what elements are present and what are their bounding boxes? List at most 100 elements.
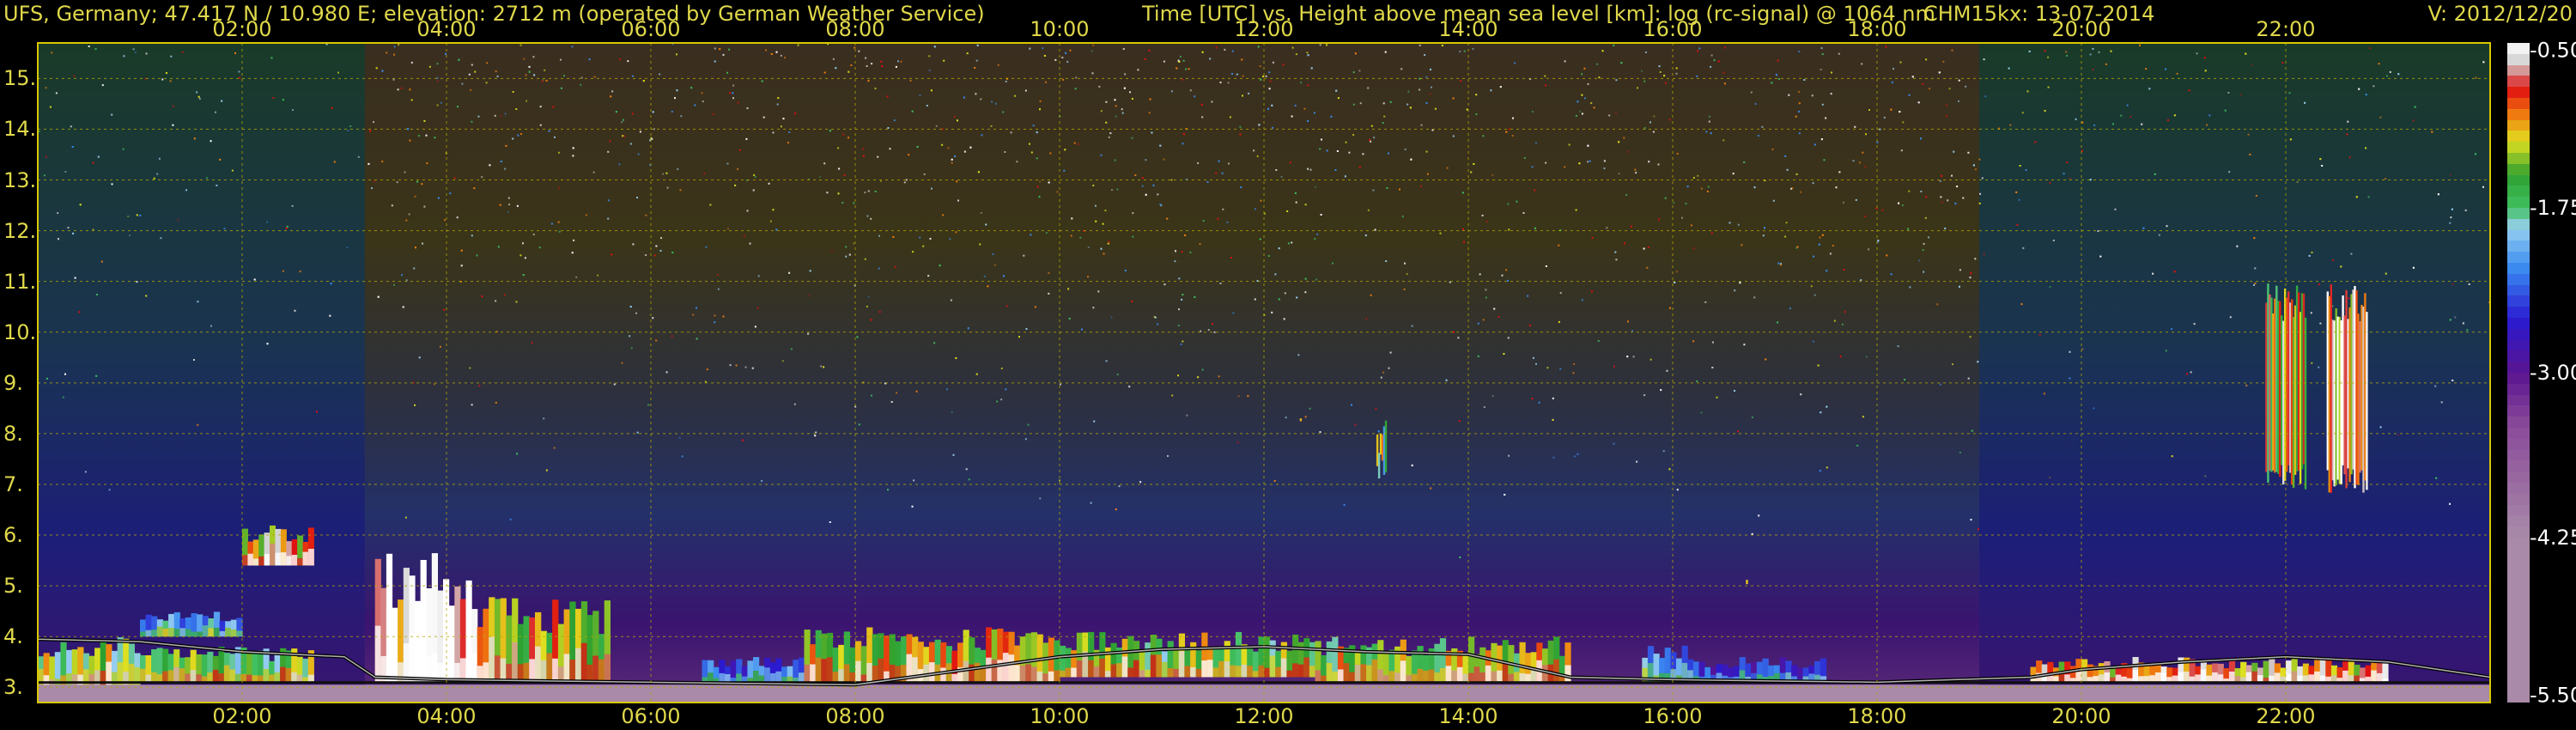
noise-speckle [636, 197, 638, 198]
noise-speckle [1131, 98, 1133, 100]
noise-speckle [1300, 82, 1303, 84]
noise-speckle [1954, 203, 1957, 204]
noise-speckle [1470, 171, 1473, 173]
time-tick-label-top: 04:00 [416, 17, 477, 41]
noise-speckle [476, 254, 478, 257]
noise-speckle [1029, 143, 1030, 145]
noise-speckle [714, 321, 716, 324]
aerosol-core-8 [1145, 669, 1151, 678]
noise-speckle [1856, 444, 1859, 447]
colorbar-segment [2507, 471, 2530, 484]
noise-speckle [1202, 220, 1205, 222]
noise-speckle [1717, 60, 1720, 63]
aerosol-core-12 [2064, 674, 2071, 683]
noise-speckle [1105, 121, 1108, 124]
noise-speckle [702, 100, 704, 103]
noise-speckle [2288, 92, 2291, 94]
noise-speckle [470, 88, 472, 91]
aerosol-core-2 [219, 630, 226, 637]
noise-speckle [560, 58, 562, 61]
noise-speckle [421, 183, 423, 186]
colorbar-segment [2507, 460, 2530, 472]
aerosol-core-4 [471, 653, 478, 683]
noise-speckle [1039, 180, 1042, 183]
noise-speckle [1854, 125, 1856, 128]
noise-speckle [896, 392, 897, 394]
noise-speckle [1676, 271, 1678, 273]
noise-speckle [867, 80, 870, 82]
noise-speckle [1100, 110, 1103, 113]
noise-speckle [1692, 247, 1695, 250]
noise-speckle [966, 52, 969, 55]
noise-speckle [1005, 80, 1007, 82]
aerosol-core-8 [1201, 660, 1208, 678]
noise-speckle [1507, 203, 1510, 205]
noise-speckle [2348, 156, 2351, 159]
noise-speckle [1713, 59, 1716, 61]
noise-speckle [517, 134, 519, 137]
colorbar-segment [2507, 229, 2530, 241]
noise-speckle [1948, 88, 1951, 90]
aerosol-core-2 [230, 629, 237, 637]
noise-speckle [393, 283, 395, 286]
noise-speckle [2069, 377, 2071, 380]
noise-speckle [1115, 105, 1117, 107]
noise-speckle [1097, 290, 1100, 293]
noise-speckle [1692, 340, 1695, 343]
noise-speckle [1068, 318, 1071, 320]
noise-speckle [416, 180, 419, 183]
noise-speckle [1924, 216, 1927, 219]
noise-speckle [1978, 202, 1981, 204]
noise-speckle [2358, 88, 2360, 90]
noise-speckle [751, 367, 754, 369]
aerosol-core-2 [162, 628, 169, 637]
noise-speckle [1706, 191, 1709, 192]
aerosol-core-9 [1451, 670, 1458, 683]
noise-speckle [457, 106, 459, 108]
noise-speckle [1194, 95, 1196, 98]
noise-speckle [793, 403, 796, 405]
noise-speckle [1596, 63, 1598, 65]
noise-speckle [1236, 441, 1239, 444]
noise-speckle [1229, 116, 1231, 119]
noise-speckle [1407, 90, 1410, 93]
noise-speckle [2482, 186, 2484, 188]
noise-speckle [2089, 179, 2092, 181]
noise-speckle [980, 211, 982, 214]
noise-speckle [539, 106, 542, 108]
noise-speckle [639, 131, 641, 133]
noise-speckle [2318, 366, 2320, 368]
noise-speckle [848, 253, 851, 256]
aerosol-core-5 [586, 664, 593, 683]
noise-speckle [1812, 182, 1814, 185]
noise-speckle [809, 270, 811, 272]
noise-speckle [1862, 416, 1864, 418]
noise-speckle [1723, 82, 1726, 85]
noise-speckle [743, 234, 745, 237]
noise-speckle [285, 227, 288, 229]
noise-speckle [1659, 70, 1662, 73]
noise-speckle [1059, 479, 1060, 482]
noise-speckle [1734, 289, 1736, 292]
noise-speckle [2249, 153, 2251, 155]
aerosol-core-12 [2206, 675, 2213, 683]
noise-speckle [373, 121, 374, 124]
noise-speckle [2167, 119, 2169, 121]
colorbar-segment [2507, 186, 2530, 198]
noise-speckle [78, 311, 81, 313]
noise-speckle [841, 202, 844, 204]
noise-speckle [1430, 487, 1432, 490]
noise-speckle [947, 147, 950, 149]
noise-speckle [219, 158, 222, 161]
noise-speckle [1644, 52, 1647, 53]
noise-speckle [156, 173, 159, 175]
noise-speckle [1587, 82, 1589, 85]
noise-speckle [2224, 109, 2227, 112]
noise-speckle [1958, 100, 1959, 102]
noise-speckle [1890, 108, 1893, 111]
noise-speckle [996, 400, 999, 403]
noise-speckle [1512, 117, 1514, 119]
height-tick-label: 5. [3, 574, 23, 599]
noise-speckle [1335, 89, 1338, 92]
noise-speckle [1304, 291, 1307, 294]
